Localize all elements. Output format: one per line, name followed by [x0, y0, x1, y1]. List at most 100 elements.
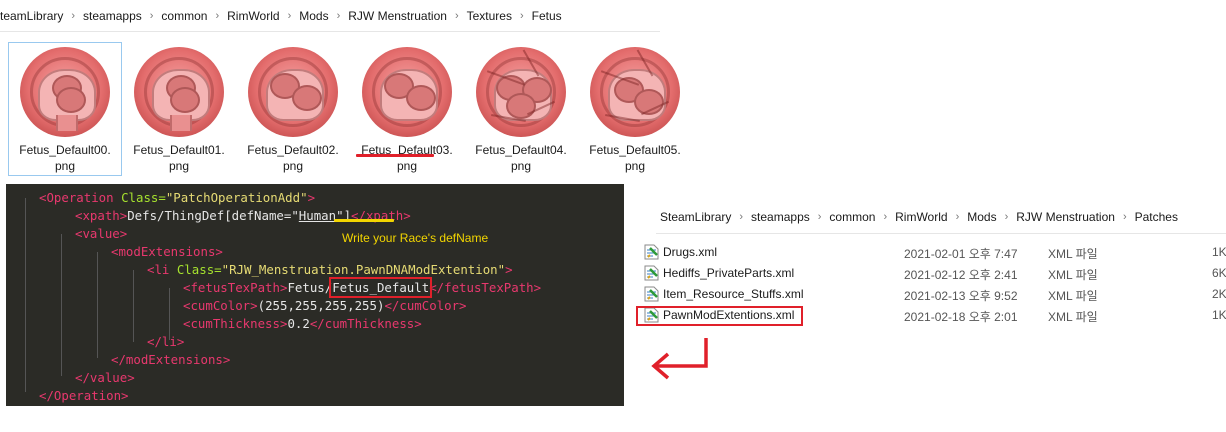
code-token: <Operation [39, 190, 114, 205]
code-token: Defs/ThingDef[defName=" [127, 208, 299, 223]
file-date: 2021-02-12 오후 2:41 [904, 268, 1018, 282]
breadcrumb-item[interactable]: common [161, 9, 207, 23]
indent-guide [97, 252, 98, 358]
code-token: > [307, 190, 316, 205]
thumbnail-filename: Fetus_Default01. png [133, 143, 225, 173]
file-type: XML 파일 [1048, 247, 1098, 261]
file-type: XML 파일 [1048, 289, 1098, 303]
thumbnail-item[interactable]: Fetus_Default04. png [464, 42, 578, 176]
code-line-6: <fetusTexPath>Fetus/Fetus_Default</fetus… [183, 277, 541, 298]
code-token: <cumThickness> [183, 316, 288, 331]
code-line-11: </value> [75, 369, 135, 387]
breadcrumb-item[interactable]: RJW Menstruation [1016, 210, 1115, 224]
breadcrumb-item[interactable]: Patches [1135, 210, 1178, 224]
thumbnail-filename: Fetus_Default05. png [589, 143, 681, 173]
file-size: 6K [1212, 266, 1226, 280]
code-token: <li [147, 262, 170, 277]
file-date: 2021-02-18 오후 2:01 [904, 310, 1018, 324]
code-token: </cumThickness> [309, 316, 422, 331]
code-token: <value> [75, 226, 128, 241]
thumbnail-item[interactable]: Fetus_Default02. png [236, 42, 350, 176]
code-line-3: <value> [75, 225, 127, 243]
indent-guide [61, 234, 62, 376]
breadcrumb-item[interactable]: steamapps [751, 210, 810, 224]
file-type: XML 파일 [1048, 268, 1098, 282]
red-arrow-annotation [651, 338, 708, 380]
chevron-right-icon: › [739, 211, 744, 223]
chevron-right-icon: › [149, 10, 154, 22]
chevron-right-icon: › [817, 211, 822, 223]
breadcrumb: SteamLibrary › steamapps › common › RimWorld › M… [0, 0, 660, 32]
file-row[interactable]: Drugs.xml 2021-02-01 오후 7:47 XML 파일 1K [642, 242, 1226, 263]
file-row[interactable]: Item_Resource_Stuffs.xml 2021-02-13 오후 9:… [642, 284, 1226, 305]
code-token: > [505, 262, 513, 277]
code-line-5: <li Class="RJW_Menstruation.PawnDNAModEx… [147, 261, 513, 279]
thumbnail-item[interactable]: Fetus_Default00. png [8, 42, 122, 176]
file-size: 2K [1212, 287, 1226, 301]
chevron-right-icon: › [519, 10, 524, 22]
chevron-right-icon: › [1004, 211, 1009, 223]
thumbnail-item[interactable]: Fetus_Default05. png [578, 42, 692, 176]
fetus-thumbnail-image [20, 47, 110, 137]
breadcrumb-item[interactable]: Mods [299, 9, 328, 23]
code-token: </Operation> [39, 388, 129, 403]
chevron-right-icon: › [1122, 211, 1127, 223]
file-date: 2021-02-13 오후 9:52 [904, 289, 1018, 303]
breadcrumb-item[interactable]: Fetus [532, 9, 562, 23]
breadcrumb-item[interactable]: Mods [967, 210, 996, 224]
chevron-right-icon: › [454, 10, 459, 22]
chevron-right-icon: › [883, 211, 888, 223]
chevron-right-icon: › [336, 10, 341, 22]
code-line-10: </modExtensions> [111, 351, 230, 369]
xml-file-icon [644, 286, 659, 302]
file-size: 1K [1212, 245, 1226, 259]
thumbnail-grid: Fetus_Default00. png Fetus_Default01. png Fe… [8, 42, 692, 176]
code-token: "RJW_Menstruation.PawnDNAModExtention" [221, 262, 506, 277]
fetus-thumbnail-image [590, 47, 680, 137]
code-line-12: </Operation> [39, 387, 129, 405]
defname-human: Human [298, 208, 337, 223]
file-name: Hediffs_PrivateParts.xml [663, 266, 795, 280]
code-line-4: <modExtensions> [111, 243, 223, 261]
fetus-thumbnail-image [134, 47, 224, 137]
breadcrumb-item[interactable]: RimWorld [895, 210, 947, 224]
thumbnail-filename: Fetus_Default02. png [247, 143, 339, 173]
breadcrumb-item[interactable]: RJW Menstruation [348, 9, 447, 23]
breadcrumb-patches: SteamLibrary › steamapps › common › RimWorld › M… [656, 200, 1226, 234]
code-token: <cumColor> [183, 298, 258, 313]
breadcrumb-item[interactable]: SteamLibrary [0, 9, 63, 23]
file-name: Drugs.xml [663, 245, 718, 259]
xml-file-icon [644, 244, 659, 260]
file-name: Item_Resource_Stuffs.xml [663, 287, 804, 301]
xml-file-icon [644, 265, 659, 281]
fetus-thumbnail-image [476, 47, 566, 137]
file-size: 1K [1212, 308, 1226, 322]
code-token: "PatchOperationAdd" [165, 190, 308, 205]
file-date: 2021-02-01 오후 7:47 [904, 247, 1018, 261]
code-token: <modExtensions> [111, 244, 223, 259]
indent-guide [25, 198, 26, 392]
chevron-right-icon: › [955, 211, 960, 223]
code-line-1: <Operation Class="PatchOperationAdd"> [39, 189, 315, 207]
thumbnail-filename: Fetus_Default04. png [475, 143, 567, 173]
indent-guide [133, 270, 134, 342]
breadcrumb-item[interactable]: RimWorld [227, 9, 279, 23]
thumbnail-item[interactable]: Fetus_Default01. png [122, 42, 236, 176]
code-token: <fetusTexPath> [183, 280, 288, 295]
file-row[interactable]: Hediffs_PrivateParts.xml 2021-02-12 오후 2:… [642, 263, 1226, 284]
file-type: XML 파일 [1048, 310, 1098, 324]
breadcrumb-item[interactable]: common [829, 210, 875, 224]
fetus-thumbnail-image [362, 47, 452, 137]
breadcrumb-item[interactable]: Textures [467, 9, 512, 23]
fetus-thumbnail-image [248, 47, 338, 137]
code-token: </modExtensions> [111, 352, 231, 367]
code-line-9: </li> [147, 333, 184, 351]
code-token: </value> [75, 370, 135, 385]
code-line-7: <cumColor>(255,255,255,255)</cumColor> [183, 297, 467, 315]
fetus-default-highlight: Fetus_Default [329, 277, 433, 298]
breadcrumb-item[interactable]: steamapps [83, 9, 142, 23]
code-token: </li> [147, 334, 185, 349]
breadcrumb-item[interactable]: SteamLibrary [660, 210, 731, 224]
code-token: Class= [113, 190, 166, 205]
chevron-right-icon: › [215, 10, 220, 22]
